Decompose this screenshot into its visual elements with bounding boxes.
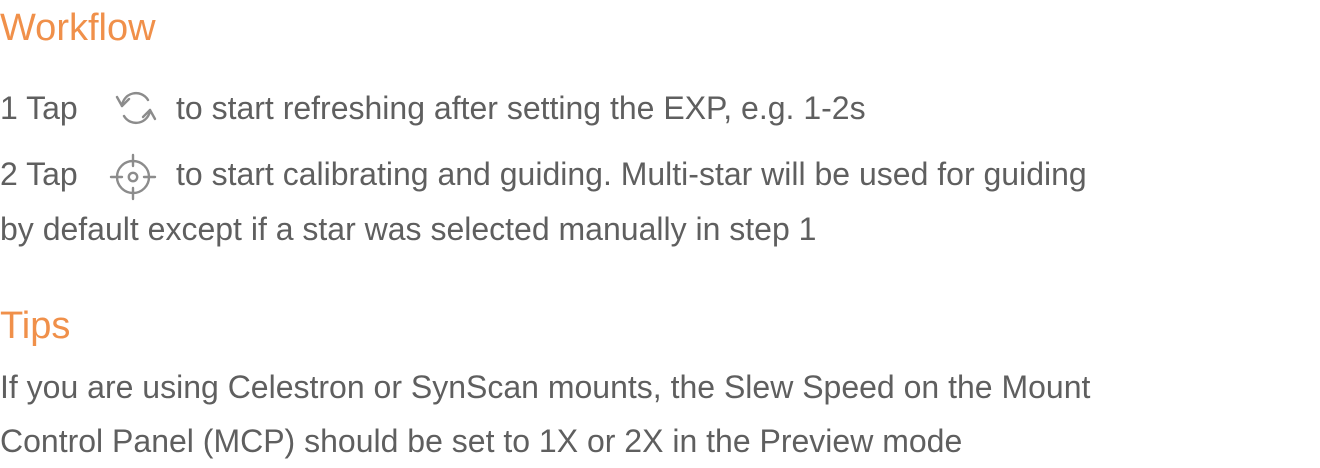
target-icon — [109, 153, 157, 201]
step2-prefix: 2 Tap — [0, 156, 78, 192]
refresh-icon — [115, 91, 157, 125]
step2-text: to start calibrating and guiding. Multi-… — [176, 156, 1087, 192]
step1-text: to start refreshing after setting the EX… — [176, 90, 866, 126]
tips-line-1: If you are using Celestron or SynScan mo… — [0, 369, 1091, 405]
step1-prefix: 1 Tap — [0, 90, 78, 126]
tips-heading: Tips — [0, 305, 71, 347]
tips-line-2: Control Panel (MCP) should be set to 1X … — [0, 423, 963, 459]
step2-continuation: by default except if a star was selected… — [0, 211, 817, 247]
workflow-heading: Workflow — [0, 7, 156, 49]
